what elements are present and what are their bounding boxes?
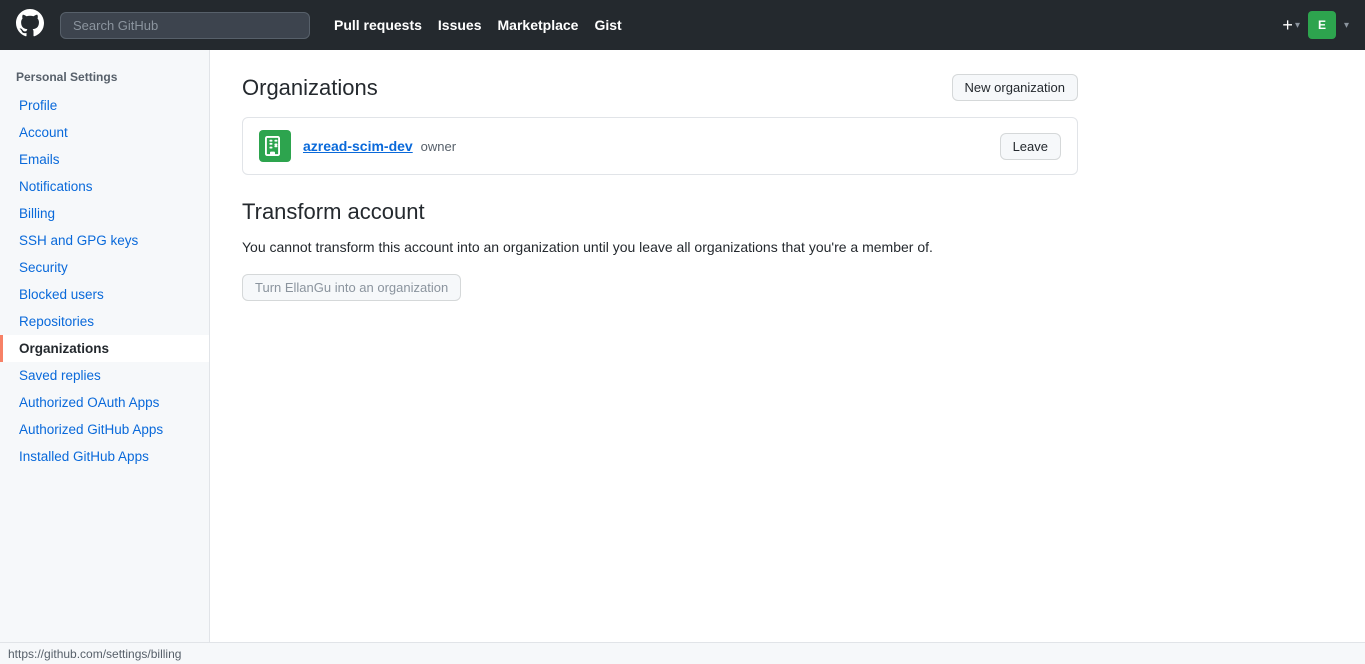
sidebar-heading: Personal settings [0, 70, 209, 92]
sidebar: Personal settings Profile Account Emails… [0, 50, 210, 664]
topnav-right: + ▾ E ▾ [1282, 11, 1349, 39]
org-avatar [259, 130, 291, 162]
org-name-link[interactable]: azread-scim-dev [303, 138, 413, 154]
top-navbar: Pull requests Issues Marketplace Gist + … [0, 0, 1365, 50]
transform-section: Transform account You cannot transform t… [242, 199, 1078, 301]
transform-account-button[interactable]: Turn EllanGu into an organization [242, 274, 461, 301]
org-info: azread-scim-dev owner [259, 130, 456, 162]
user-avatar[interactable]: E [1308, 11, 1336, 39]
topnav-links: Pull requests Issues Marketplace Gist [334, 17, 1266, 33]
topnav-marketplace[interactable]: Marketplace [498, 17, 579, 33]
sidebar-item-installed-apps[interactable]: Installed GitHub Apps [0, 443, 209, 470]
page-header: Organizations New organization [242, 74, 1078, 101]
leave-org-button[interactable]: Leave [1000, 133, 1061, 160]
sidebar-item-security[interactable]: Security [0, 254, 209, 281]
sidebar-item-oauth-apps[interactable]: Authorized OAuth Apps [0, 389, 209, 416]
sidebar-item-organizations[interactable]: Organizations [0, 335, 209, 362]
sidebar-item-profile[interactable]: Profile [0, 92, 209, 119]
github-logo-icon[interactable] [16, 9, 44, 42]
new-organization-button[interactable]: New organization [952, 74, 1078, 101]
topnav-gist[interactable]: Gist [594, 17, 621, 33]
org-role: owner [421, 139, 456, 154]
transform-title: Transform account [242, 199, 1078, 225]
avatar-caret-icon: ▾ [1344, 20, 1349, 31]
topnav-issues[interactable]: Issues [438, 17, 482, 33]
new-item-button[interactable]: + ▾ [1282, 15, 1300, 36]
main-content: Organizations New organization azread-sc… [210, 50, 1110, 664]
sidebar-item-blocked-users[interactable]: Blocked users [0, 281, 209, 308]
topnav-pull-requests[interactable]: Pull requests [334, 17, 422, 33]
org-card: azread-scim-dev owner Leave [242, 117, 1078, 175]
page-wrap: Personal settings Profile Account Emails… [0, 50, 1365, 664]
sidebar-item-ssh-gpg[interactable]: SSH and GPG keys [0, 227, 209, 254]
statusbar: https://github.com/settings/billing [0, 642, 1365, 664]
sidebar-item-emails[interactable]: Emails [0, 146, 209, 173]
sidebar-item-github-apps[interactable]: Authorized GitHub Apps [0, 416, 209, 443]
search-input[interactable] [60, 12, 310, 39]
sidebar-item-saved-replies[interactable]: Saved replies [0, 362, 209, 389]
page-title: Organizations [242, 75, 378, 101]
sidebar-item-billing[interactable]: Billing [0, 200, 209, 227]
statusbar-url: https://github.com/settings/billing [8, 647, 181, 661]
sidebar-item-notifications[interactable]: Notifications [0, 173, 209, 200]
transform-description: You cannot transform this account into a… [242, 237, 1078, 258]
sidebar-item-repositories[interactable]: Repositories [0, 308, 209, 335]
plus-caret-icon: ▾ [1295, 20, 1300, 31]
sidebar-item-account[interactable]: Account [0, 119, 209, 146]
